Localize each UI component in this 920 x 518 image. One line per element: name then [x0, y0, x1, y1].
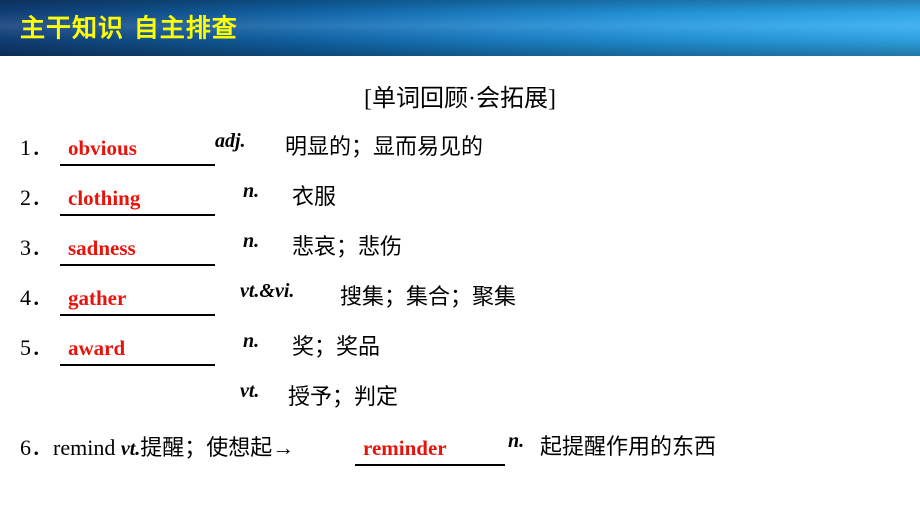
definition-text: 起提醒作用的东西	[540, 434, 717, 459]
definition-text: 奖；奖品	[292, 334, 381, 359]
blank-underline	[60, 364, 215, 366]
answer-text: obvious	[68, 136, 137, 160]
blank-underline	[60, 264, 215, 266]
answer-blank-2[interactable]: clothing	[60, 172, 215, 216]
entry-6-word: remind	[53, 435, 121, 460]
answer-text: gather	[68, 286, 127, 310]
definition-text: 明显的；显而易见的	[285, 134, 484, 159]
part-of-speech: n.	[243, 180, 260, 202]
answer-blank-5[interactable]: award	[60, 322, 215, 366]
answer-text: reminder	[363, 436, 447, 460]
header-title: 主干知识 自主排查	[20, 13, 238, 43]
answer-blank-4[interactable]: gather	[60, 272, 215, 316]
vocabulary-entry-5-extra-sense: vt. 授予；判定	[0, 372, 920, 422]
vocabulary-entry-1: 1． obvious adj. 明显的；显而易见的	[0, 122, 920, 172]
vocabulary-entry-5: 5． award n. 奖；奖品	[0, 322, 920, 372]
vocabulary-entry-2: 2． clothing n. 衣服	[0, 172, 920, 222]
content-area: [单词回顾·会拓展] 1． obvious adj. 明显的；显而易见的 2． …	[0, 56, 920, 518]
part-of-speech: adj.	[215, 130, 246, 152]
definition-text: 搜集；集合；聚集	[340, 284, 517, 309]
definition-text: 衣服	[292, 184, 337, 209]
definition-text: 悲哀；悲伤	[292, 234, 403, 259]
blank-underline	[355, 464, 505, 466]
entry-number: 2．	[20, 185, 54, 210]
part-of-speech: n.	[508, 430, 525, 452]
entry-number: 1．	[20, 135, 54, 160]
vocabulary-entry-6: 6．remind vt.提醒；使想起→ reminder n. 起提醒作用的东西	[0, 422, 920, 472]
section-header-bar: 主干知识 自主排查	[0, 0, 920, 56]
definition-text: 授予；判定	[288, 384, 399, 409]
part-of-speech: vt.&vi.	[240, 280, 295, 302]
answer-blank-1[interactable]: obvious	[60, 122, 215, 166]
page-title: [单词回顾·会拓展]	[364, 86, 556, 112]
part-of-speech-inline: vt.	[120, 438, 141, 460]
entry-6-meaning: 提醒；使想起→	[140, 435, 295, 460]
blank-underline	[60, 314, 215, 316]
entry-6-prefix: 6．remind vt.提醒；使想起→	[20, 430, 294, 462]
entry-number: 4．	[20, 285, 54, 310]
entry-number: 5．	[20, 335, 54, 360]
blank-underline	[60, 214, 215, 216]
vocabulary-entry-3: 3． sadness n. 悲哀；悲伤	[0, 222, 920, 272]
answer-text: clothing	[68, 186, 141, 210]
answer-text: award	[68, 336, 126, 360]
blank-underline	[60, 164, 215, 166]
vocabulary-entry-4: 4． gather vt.&vi. 搜集；集合；聚集	[0, 272, 920, 322]
part-of-speech: vt.	[240, 380, 260, 402]
part-of-speech: n.	[243, 230, 260, 252]
answer-blank-3[interactable]: sadness	[60, 222, 215, 266]
entry-number: 3．	[20, 235, 54, 260]
answer-blank-6[interactable]: reminder	[355, 422, 505, 466]
part-of-speech: n.	[243, 330, 260, 352]
entry-number: 6．	[20, 435, 54, 460]
answer-text: sadness	[68, 236, 136, 260]
